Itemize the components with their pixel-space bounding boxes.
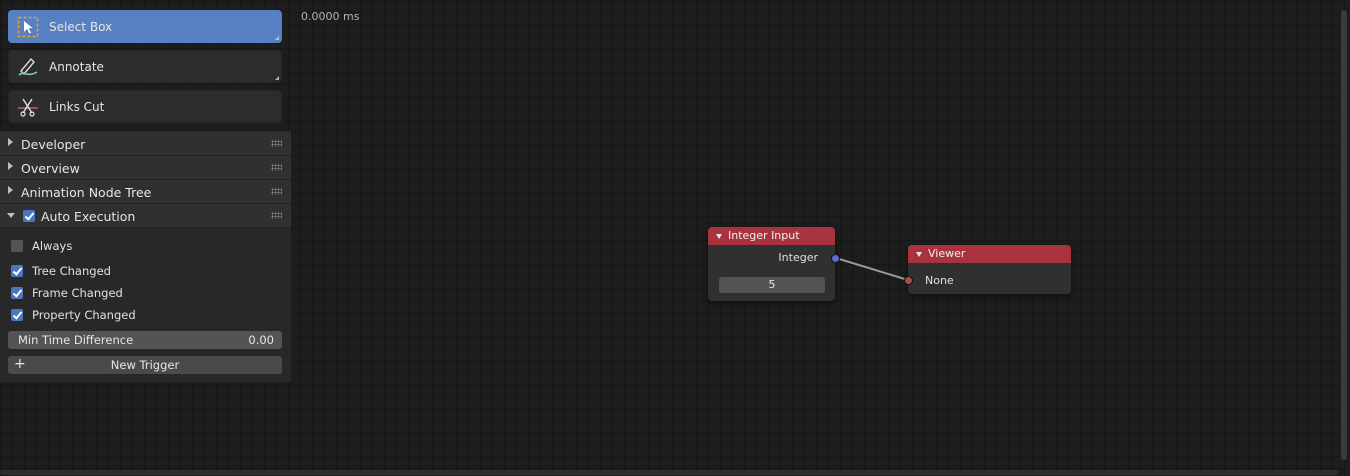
tree-changed-label: Tree Changed <box>32 264 111 278</box>
panel-overview[interactable]: Overview <box>0 156 291 180</box>
drag-grip-icon[interactable] <box>271 164 282 171</box>
select-box-icon <box>17 16 39 38</box>
viewer-input-socket[interactable] <box>904 276 913 285</box>
expand-arrow-icon <box>8 138 13 146</box>
node-title: Viewer <box>928 247 966 260</box>
annotate-pen-icon <box>17 56 39 78</box>
scissors-icon <box>17 96 39 118</box>
expand-arrow-icon <box>8 186 13 194</box>
property-changed-label: Property Changed <box>32 308 136 322</box>
frame-changed-checkbox[interactable] <box>11 287 23 299</box>
frame-changed-label: Frame Changed <box>32 286 123 300</box>
node-title: Integer Input <box>728 229 800 242</box>
min-time-difference-label: Min Time Difference <box>18 333 134 347</box>
expand-arrow-icon <box>8 162 13 170</box>
links-cut-tool[interactable]: Links Cut <box>8 90 282 123</box>
panel-animation-node-tree[interactable]: Animation Node Tree <box>0 180 291 204</box>
new-trigger-button[interactable]: + New Trigger <box>8 356 282 374</box>
viewer-node[interactable]: Viewer None <box>908 245 1071 294</box>
property-changed-checkbox[interactable] <box>11 309 23 321</box>
drag-grip-icon[interactable] <box>271 140 282 147</box>
select-box-tool[interactable]: Select Box <box>8 10 282 43</box>
annotate-label: Annotate <box>49 60 104 74</box>
tree-changed-checkbox[interactable] <box>11 265 23 277</box>
annotate-tool[interactable]: Annotate <box>8 50 282 83</box>
drag-grip-icon[interactable] <box>271 188 282 195</box>
auto-execution-enable-checkbox[interactable] <box>23 210 35 222</box>
integer-output-socket[interactable] <box>831 254 840 263</box>
integer-input-node[interactable]: Integer Input Integer 5 <box>708 227 835 301</box>
tool-options-corner-icon <box>275 36 279 40</box>
vertical-scrollbar[interactable] <box>1341 10 1347 460</box>
panel-developer[interactable]: Developer <box>0 132 291 156</box>
panel-animation-node-tree-label: Animation Node Tree <box>21 185 152 200</box>
panel-developer-label: Developer <box>21 137 86 152</box>
panel-auto-execution-label: Auto Execution <box>41 209 136 224</box>
collapse-node-icon[interactable] <box>716 234 722 239</box>
integer-value-field[interactable]: 5 <box>719 277 825 293</box>
links-cut-label: Links Cut <box>49 100 105 114</box>
node-header[interactable]: Viewer <box>908 245 1071 263</box>
min-time-difference-value: 0.00 <box>248 333 274 347</box>
collapse-node-icon[interactable] <box>916 252 922 257</box>
integer-value: 5 <box>768 278 776 291</box>
drag-grip-icon[interactable] <box>271 212 282 219</box>
panel-overview-label: Overview <box>21 161 80 176</box>
new-trigger-label: New Trigger <box>110 358 180 372</box>
panel-auto-execution[interactable]: Auto Execution <box>0 204 291 228</box>
min-time-difference-field[interactable]: Min Time Difference 0.00 <box>8 331 282 349</box>
input-socket-label: None <box>925 274 954 287</box>
always-checkbox[interactable] <box>11 240 23 252</box>
collapse-arrow-icon <box>7 213 15 218</box>
tool-options-corner-icon <box>275 76 279 80</box>
node-header[interactable]: Integer Input <box>708 227 835 245</box>
render-time-label: 0.0000 ms <box>301 10 360 23</box>
horizontal-scrollbar[interactable] <box>0 470 1338 475</box>
select-box-label: Select Box <box>49 20 113 34</box>
always-label: Always <box>32 239 73 253</box>
output-socket-label: Integer <box>778 251 818 264</box>
sidebar-panel: Developer Overview Animation Node Tree A… <box>0 131 291 382</box>
